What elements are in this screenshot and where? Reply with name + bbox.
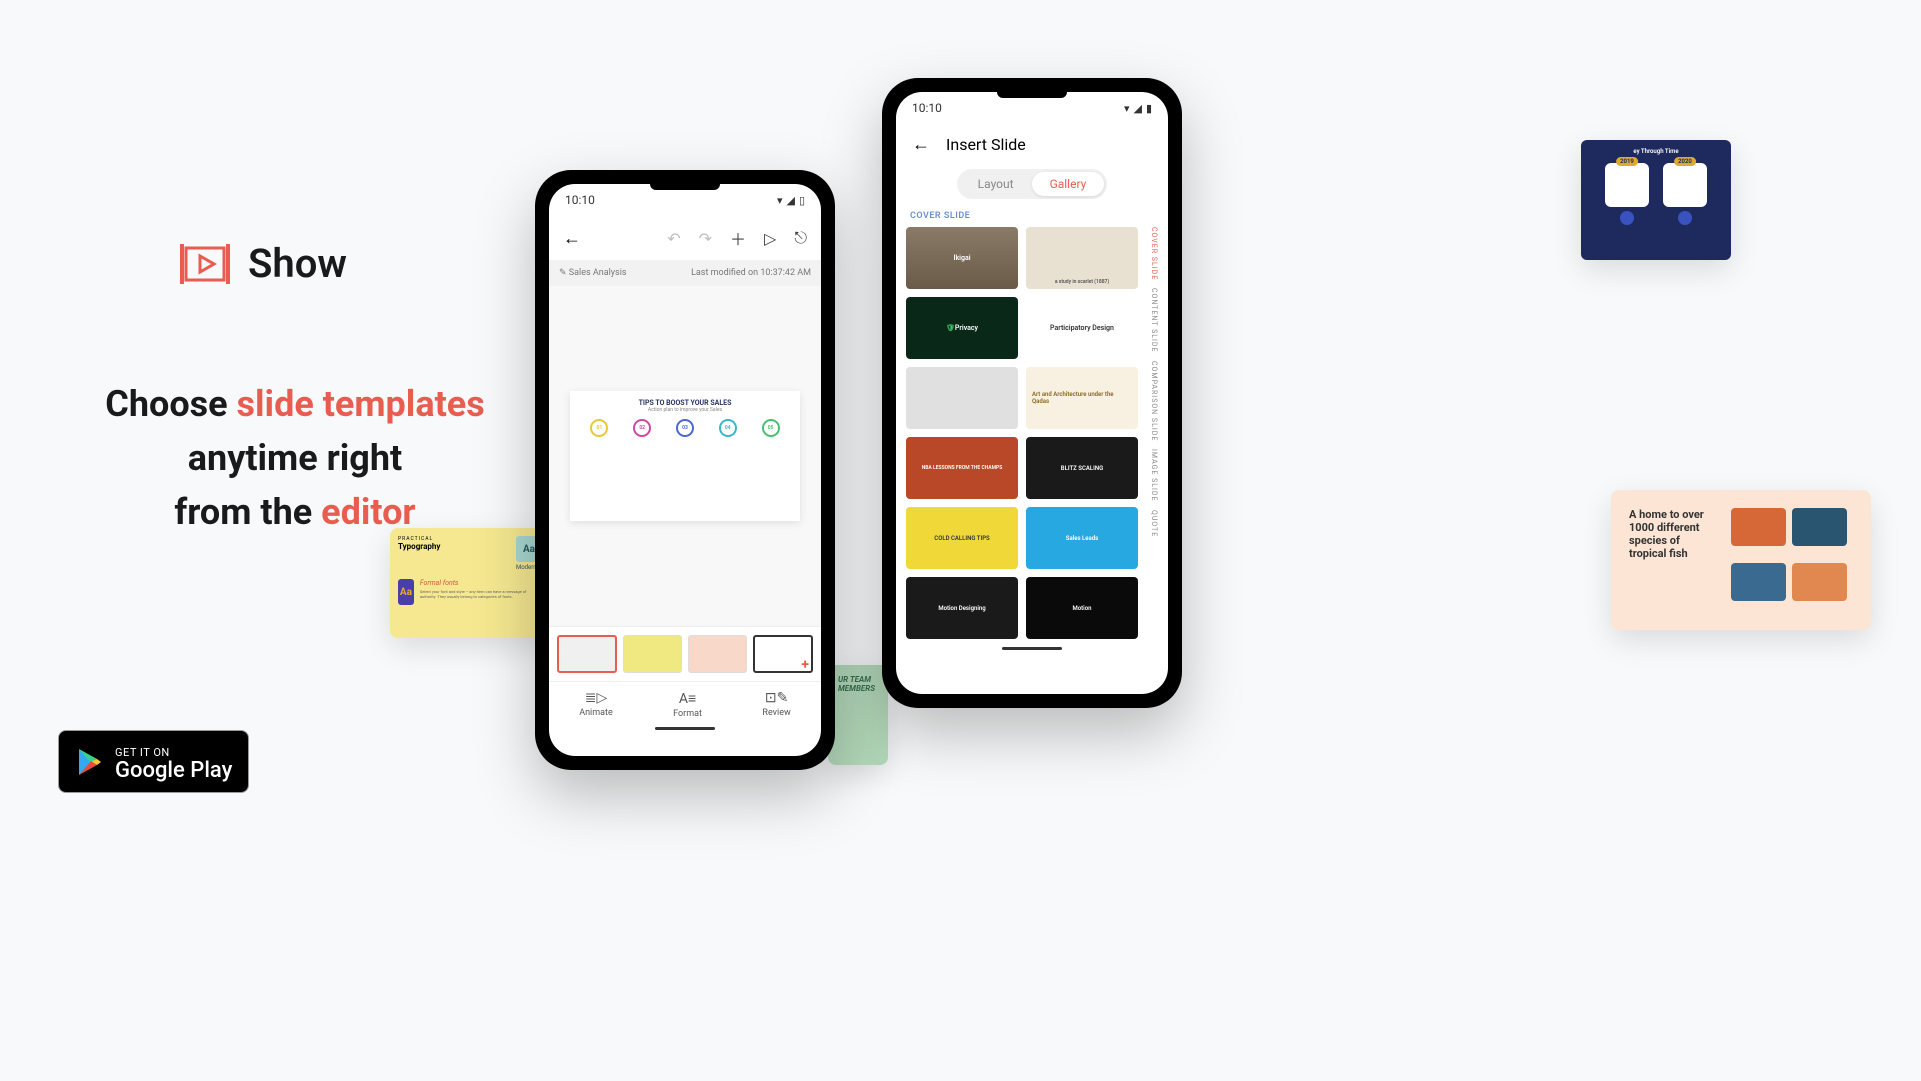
signal-icon: ◢ xyxy=(1133,102,1141,115)
tab-format[interactable]: A≡Format xyxy=(673,690,702,719)
home-indicator xyxy=(655,727,715,730)
template-gallery: Ikigai a study in scarlet (1887) 🛡 Priva… xyxy=(906,227,1138,639)
animate-icon: ≣▷ xyxy=(579,690,613,706)
app-name: Show xyxy=(248,240,347,287)
cat-comparison[interactable]: COMPARISON SLIDE xyxy=(1144,361,1158,441)
template-privacy[interactable]: 🛡 Privacy xyxy=(906,297,1018,359)
page-title: Insert Slide xyxy=(946,135,1026,154)
format-icon: A≡ xyxy=(673,690,702,707)
redo-icon[interactable]: ↷ xyxy=(699,229,712,248)
gallery-header: ← Insert Slide xyxy=(896,124,1168,165)
cat-image[interactable]: IMAGE SLIDE xyxy=(1144,449,1158,502)
battery-icon: ▮ xyxy=(1146,102,1152,115)
deco-typography-card: PRACTICAL Typography Aa Modern Aa Formal… xyxy=(390,528,550,638)
add-icon[interactable]: ＋ xyxy=(730,226,746,250)
battery-icon: ▯ xyxy=(799,194,805,207)
tab-layout[interactable]: Layout xyxy=(960,172,1032,196)
template-book[interactable]: a study in scarlet (1887) xyxy=(1026,227,1138,289)
wifi-icon: ▾ xyxy=(1124,102,1130,115)
slide-thumbnails xyxy=(549,626,821,681)
tab-gallery[interactable]: Gallery xyxy=(1032,172,1105,196)
back-icon[interactable]: ← xyxy=(912,134,930,155)
thumb-3[interactable] xyxy=(688,635,747,673)
app-logo: Show xyxy=(180,240,530,287)
cat-content[interactable]: CONTENT SLIDE xyxy=(1144,288,1158,353)
show-logo-icon xyxy=(180,244,230,284)
category-sidebar: COVER SLIDE CONTENT SLIDE COMPARISON SLI… xyxy=(1144,227,1158,639)
review-icon: ⊡✎ xyxy=(762,690,790,706)
template-blitz[interactable]: BLITZ SCALING xyxy=(1026,437,1138,499)
signal-icon: ◢ xyxy=(786,194,794,207)
share-icon[interactable]: ⎋ xyxy=(794,228,807,248)
template-leads[interactable]: Sales Leads xyxy=(1026,507,1138,569)
add-slide-button[interactable] xyxy=(753,635,813,673)
template-motion1[interactable]: Motion Designing xyxy=(906,577,1018,639)
cat-quote[interactable]: QUOTE xyxy=(1144,510,1158,537)
google-play-icon xyxy=(75,747,105,777)
segment-control: Layout Gallery xyxy=(896,169,1168,199)
headline: Choose slide templates anytime right fro… xyxy=(60,377,530,539)
wifi-icon: ▾ xyxy=(777,194,783,207)
doc-info-bar: ✎ Sales Analysis Last modified on 10:37:… xyxy=(549,260,821,286)
google-play-badge[interactable]: GET IT ON Google Play xyxy=(58,730,249,793)
deco-fish-card: A home to over 1000 different species of… xyxy=(1611,490,1871,630)
cat-cover[interactable]: COVER SLIDE xyxy=(1144,227,1158,280)
template-study[interactable] xyxy=(906,367,1018,429)
slide-canvas[interactable]: TIPS TO BOOST YOUR SALES Action plan to … xyxy=(549,286,821,626)
bottom-tab-bar: ≣▷Animate A≡Format ⊡✎Review xyxy=(549,681,821,723)
phone-editor: 10:10 ▾◢▯ ← ↶ ↷ ＋ ▷ ⎋ ✎ Sales Analysis L… xyxy=(535,170,835,770)
template-nba[interactable]: NBA LESSONS FROM THE CHAMPS xyxy=(906,437,1018,499)
template-ikigai[interactable]: Ikigai xyxy=(906,227,1018,289)
template-cold[interactable]: COLD CALLING TIPS xyxy=(906,507,1018,569)
home-indicator xyxy=(1002,647,1062,650)
thumb-1[interactable] xyxy=(557,635,617,673)
template-participatory[interactable]: Participatory Design xyxy=(1026,297,1138,359)
section-label: COVER SLIDE xyxy=(896,211,1168,227)
undo-icon[interactable]: ↶ xyxy=(667,229,680,248)
editor-toolbar: ← ↶ ↷ ＋ ▷ ⎋ xyxy=(549,216,821,260)
tab-review[interactable]: ⊡✎Review xyxy=(762,690,790,719)
phone-gallery: 10:10 ▾◢▮ ← Insert Slide Layout Gallery … xyxy=(882,78,1182,708)
play-icon[interactable]: ▷ xyxy=(764,229,776,248)
deco-team-card: UR TEAM MEMBERS xyxy=(828,665,888,765)
current-slide: TIPS TO BOOST YOUR SALES Action plan to … xyxy=(570,391,800,521)
deco-timeline-card: ey Through Time 2019 2020 xyxy=(1581,140,1731,260)
tab-animate[interactable]: ≣▷Animate xyxy=(579,690,613,719)
template-motion2[interactable]: Motion xyxy=(1026,577,1138,639)
template-art[interactable]: Art and Architecture under the Qadas xyxy=(1026,367,1138,429)
thumb-2[interactable] xyxy=(623,635,682,673)
marketing-left-panel: Show Choose slide templates anytime righ… xyxy=(60,240,530,539)
back-icon[interactable]: ← xyxy=(563,228,581,249)
